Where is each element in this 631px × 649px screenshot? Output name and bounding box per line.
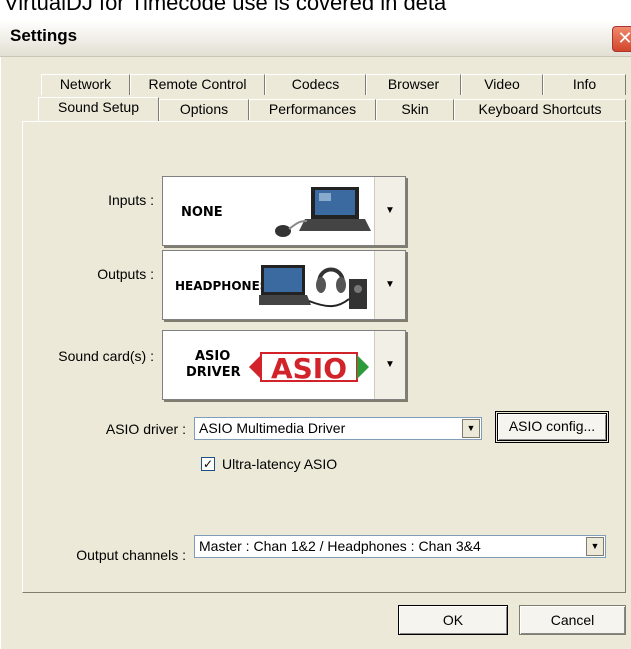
soundcard-value-line1: ASIO (195, 349, 231, 364)
tab-sound-setup[interactable]: Sound Setup (38, 97, 159, 121)
output-channels-dropdown-icon[interactable]: ▼ (586, 537, 604, 556)
laptop-headphones-speaker-icon (259, 265, 367, 309)
tab-remote-control[interactable]: Remote Control (130, 74, 265, 95)
tab-options[interactable]: Options (159, 99, 249, 120)
inputs-image: NONE (169, 183, 373, 239)
asio-driver-label: ASIO driver : (105, 421, 186, 437)
laptop-mouse-icon (275, 187, 371, 237)
inputs-picker[interactable]: NONE ▼ (162, 176, 406, 246)
soundcard-value-line2: DRIVER (186, 365, 241, 380)
tab-keyboard-shortcuts[interactable]: Keyboard Shortcuts (454, 99, 626, 120)
asio-driver-value: ASIO Multimedia Driver (199, 420, 346, 436)
soundcard-image: ASIO DRIVER ASIO (169, 337, 373, 393)
output-channels-value: Master : Chan 1&2 / Headphones : Chan 3&… (199, 538, 481, 554)
asio-logo: ASIO (249, 352, 369, 385)
soundcard-label: Sound card(s) : (58, 348, 154, 364)
outputs-value: HEADPHONES (175, 279, 269, 293)
title-bar: Settings ✕ (0, 20, 631, 57)
tab-info[interactable]: Info (543, 74, 626, 95)
document-text-behind: VirtualDJ for Timecode use is covered in… (0, 0, 631, 20)
soundcard-picker[interactable]: ASIO DRIVER ASIO ▼ (162, 330, 406, 400)
soundcard-dropdown-icon[interactable]: ▼ (374, 331, 405, 399)
close-icon[interactable]: ✕ (612, 26, 631, 52)
tab-video[interactable]: Video (461, 74, 543, 95)
outputs-label: Outputs : (97, 266, 154, 282)
tab-network[interactable]: Network (41, 74, 130, 95)
output-channels-label: Output channels : (76, 547, 186, 563)
outputs-picker[interactable]: HEADPHONES ▼ (162, 250, 406, 320)
inputs-dropdown-icon[interactable]: ▼ (374, 177, 405, 245)
outputs-dropdown-icon[interactable]: ▼ (374, 251, 405, 319)
tab-browser[interactable]: Browser (366, 74, 461, 95)
outputs-image: HEADPHONES (169, 257, 373, 313)
output-channels-select[interactable]: Master : Chan 1&2 / Headphones : Chan 3&… (194, 535, 606, 558)
background-document-line: VirtualDJ for Timecode use is covered in… (4, 0, 447, 15)
asio-driver-select[interactable]: ASIO Multimedia Driver ▼ (194, 417, 482, 440)
asio-config-button[interactable]: ASIO config... (497, 413, 607, 441)
tab-performances[interactable]: Performances (249, 99, 376, 120)
inputs-value: NONE (181, 205, 223, 220)
tab-skin[interactable]: Skin (376, 99, 454, 120)
cancel-button[interactable]: Cancel (519, 605, 626, 635)
ultra-latency-checkbox[interactable]: ✓ (201, 457, 215, 471)
ok-button[interactable]: OK (398, 605, 508, 635)
asio-driver-dropdown-icon[interactable]: ▼ (462, 419, 480, 438)
asio-logo-text: ASIO (271, 352, 347, 385)
inputs-label: Inputs : (108, 192, 154, 208)
ultra-latency-label: Ultra-latency ASIO (222, 456, 338, 472)
window-title: Settings (10, 26, 78, 45)
tab-codecs[interactable]: Codecs (265, 74, 366, 95)
